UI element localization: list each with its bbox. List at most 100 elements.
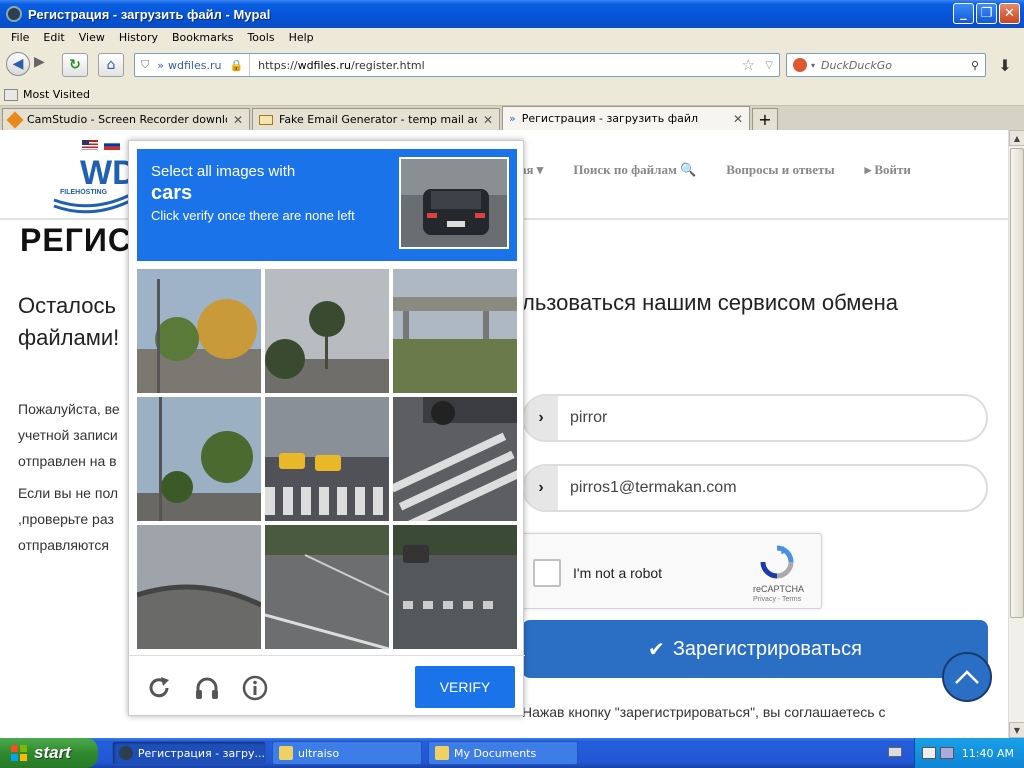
challenge-tile[interactable] <box>393 397 517 521</box>
clock[interactable]: 11:40 AM <box>962 747 1014 760</box>
headphones-icon[interactable] <box>193 674 221 702</box>
challenge-tile[interactable] <box>265 397 389 521</box>
username-input[interactable]: pirror <box>558 409 607 427</box>
tab-camstudio[interactable]: CamStudio - Screen Recorder download |..… <box>2 108 250 130</box>
url-domain: wdfiles.ru <box>297 58 352 72</box>
download-arrow-icon: ⬇ <box>998 55 1012 75</box>
register-button[interactable]: ✔ Зарегистрироваться <box>522 620 988 678</box>
recaptcha-privacy-terms[interactable]: Privacy - Terms <box>753 596 801 603</box>
challenge-header: Select all images with cars Click verify… <box>137 149 517 261</box>
windows-taskbar: start Регистрация - загру... ultraiso My… <box>0 738 1024 768</box>
new-tab-button[interactable]: + <box>752 108 778 130</box>
site-identity[interactable]: ⛉ » wdfiles.ru 🔒 <box>135 54 251 76</box>
dropdown-arrow-icon[interactable]: ▽ <box>765 60 773 71</box>
sample-car-image <box>399 157 509 249</box>
reload-button[interactable]: ↻ <box>62 53 88 77</box>
system-tray: 11:40 AM <box>914 738 1024 768</box>
wdfiles-favicon-icon: » <box>509 112 516 125</box>
maximize-button[interactable]: ❐ <box>976 3 997 24</box>
search-input[interactable]: DuckDuckGo <box>821 59 892 72</box>
bookmarks-folder-icon <box>4 88 18 101</box>
tab-registration[interactable]: » Регистрация - загрузить файл ✕ <box>502 106 750 130</box>
arrow-right-icon: ▶ <box>34 54 45 70</box>
tab-fake-email[interactable]: Fake Email Generator - temp mail address… <box>252 108 500 130</box>
reload-icon: ↻ <box>69 57 81 73</box>
taskbar-item-label: ultraiso <box>298 746 340 760</box>
menu-file[interactable]: File <box>4 31 36 44</box>
nav-link-faq[interactable]: Вопросы и ответы <box>726 162 834 178</box>
menu-tools[interactable]: Tools <box>240 31 281 44</box>
us-flag-icon[interactable] <box>82 140 98 150</box>
page-content: WD FILEHOSTING ая ▾ Поиск по файлам 🔍 Во… <box>0 130 1008 738</box>
username-field[interactable]: › pirror <box>522 394 988 442</box>
verify-button[interactable]: VERIFY <box>415 666 515 708</box>
most-visited-bookmark[interactable]: Most Visited <box>23 88 90 101</box>
menu-view[interactable]: View <box>72 31 112 44</box>
windows-logo-icon <box>11 745 27 761</box>
star-icon[interactable]: ☆ <box>742 56 755 74</box>
email-input[interactable]: pirros1@termakan.com <box>558 479 737 497</box>
lead-line-1: Осталось <box>18 293 116 318</box>
taskbar-item-label: My Documents <box>454 746 537 760</box>
back-button[interactable]: ◀ <box>6 52 30 76</box>
page-scrollbar[interactable]: ▲ ▼ <box>1008 130 1024 738</box>
search-engine-dropdown-icon[interactable]: ▾ <box>811 61 815 70</box>
tray-monitor-icon[interactable] <box>939 747 954 759</box>
nav-link-login[interactable]: ▸ Войти <box>865 162 911 178</box>
url-bar[interactable]: ⛉ » wdfiles.ru 🔒 https://wdfiles.ru/regi… <box>134 53 780 77</box>
url-text[interactable]: https://wdfiles.ru/register.html <box>250 59 425 72</box>
menu-help[interactable]: Help <box>282 31 321 44</box>
text-line: отправляются <box>18 537 109 553</box>
tray-window-icon[interactable] <box>921 747 936 759</box>
tab-close-icon[interactable]: ✕ <box>233 113 243 127</box>
lead-line-2: файлами! <box>18 325 120 350</box>
tab-close-icon[interactable]: ✕ <box>483 113 493 127</box>
url-path: /register.html <box>351 58 425 72</box>
forward-button[interactable]: ▶ <box>34 54 45 70</box>
challenge-tile[interactable] <box>265 269 389 393</box>
challenge-tile[interactable] <box>393 269 517 393</box>
keyboard-icon[interactable] <box>888 747 902 757</box>
info-icon[interactable] <box>241 674 269 702</box>
minimize-button[interactable]: _ <box>953 3 974 24</box>
window-controls: _ ❐ ✕ <box>953 3 1020 24</box>
envelope-favicon-icon <box>259 114 273 125</box>
scroll-up-arrow-icon[interactable]: ▲ <box>1009 130 1024 146</box>
plus-icon: + <box>758 110 772 129</box>
downloads-button[interactable]: ⬇ <box>992 54 1018 76</box>
challenge-tile[interactable] <box>265 525 389 649</box>
challenge-tile[interactable] <box>137 269 261 393</box>
search-icon[interactable]: ⚲ <box>971 59 979 72</box>
text-line: Пожалуйста, ве <box>18 401 120 417</box>
terms-agreement-text: Нажав кнопку "зарегистрироваться", вы со… <box>522 704 886 720</box>
recaptcha-checkbox[interactable] <box>533 559 561 587</box>
close-button[interactable]: ✕ <box>999 3 1020 24</box>
challenge-tile[interactable] <box>137 397 261 521</box>
nav-link-search-files[interactable]: Поиск по файлам 🔍 <box>573 162 696 178</box>
scrollbar-thumb[interactable] <box>1010 148 1024 618</box>
tab-label: CamStudio - Screen Recorder download |..… <box>27 113 227 126</box>
home-icon: ⌂ <box>106 57 116 73</box>
site-nav: ая ▾ Поиск по файлам 🔍 Вопросы и ответы … <box>520 162 911 178</box>
taskbar-item-browser[interactable]: Регистрация - загру... <box>112 741 266 765</box>
menu-edit[interactable]: Edit <box>36 31 71 44</box>
taskbar-item-my-documents[interactable]: My Documents <box>428 741 578 765</box>
email-field[interactable]: › pirros1@termakan.com <box>522 464 988 512</box>
scroll-to-top-button[interactable] <box>942 652 992 702</box>
challenge-tile[interactable] <box>393 525 517 649</box>
challenge-tile[interactable] <box>137 525 261 649</box>
text-line: ,проверьте раз <box>18 511 114 527</box>
navigation-toolbar: ◀ ▶ ↻ ⌂ ⛉ » wdfiles.ru 🔒 https://wdfiles… <box>0 46 1024 84</box>
tab-close-icon[interactable]: ✕ <box>733 112 743 126</box>
menu-bookmarks[interactable]: Bookmarks <box>165 31 240 44</box>
search-bar[interactable]: ▾ DuckDuckGo ⚲ <box>786 53 986 77</box>
start-button[interactable]: start <box>0 738 98 768</box>
scroll-down-arrow-icon[interactable]: ▼ <box>1009 722 1024 738</box>
menu-history[interactable]: History <box>112 31 165 44</box>
taskbar-item-ultraiso[interactable]: ultraiso <box>272 741 422 765</box>
lock-icon: 🔒 <box>229 58 244 72</box>
ru-flag-icon[interactable] <box>104 140 120 150</box>
reload-challenge-icon[interactable] <box>145 674 173 702</box>
home-button[interactable]: ⌂ <box>98 53 124 77</box>
recaptcha-name: reCAPTCHA <box>753 584 805 594</box>
